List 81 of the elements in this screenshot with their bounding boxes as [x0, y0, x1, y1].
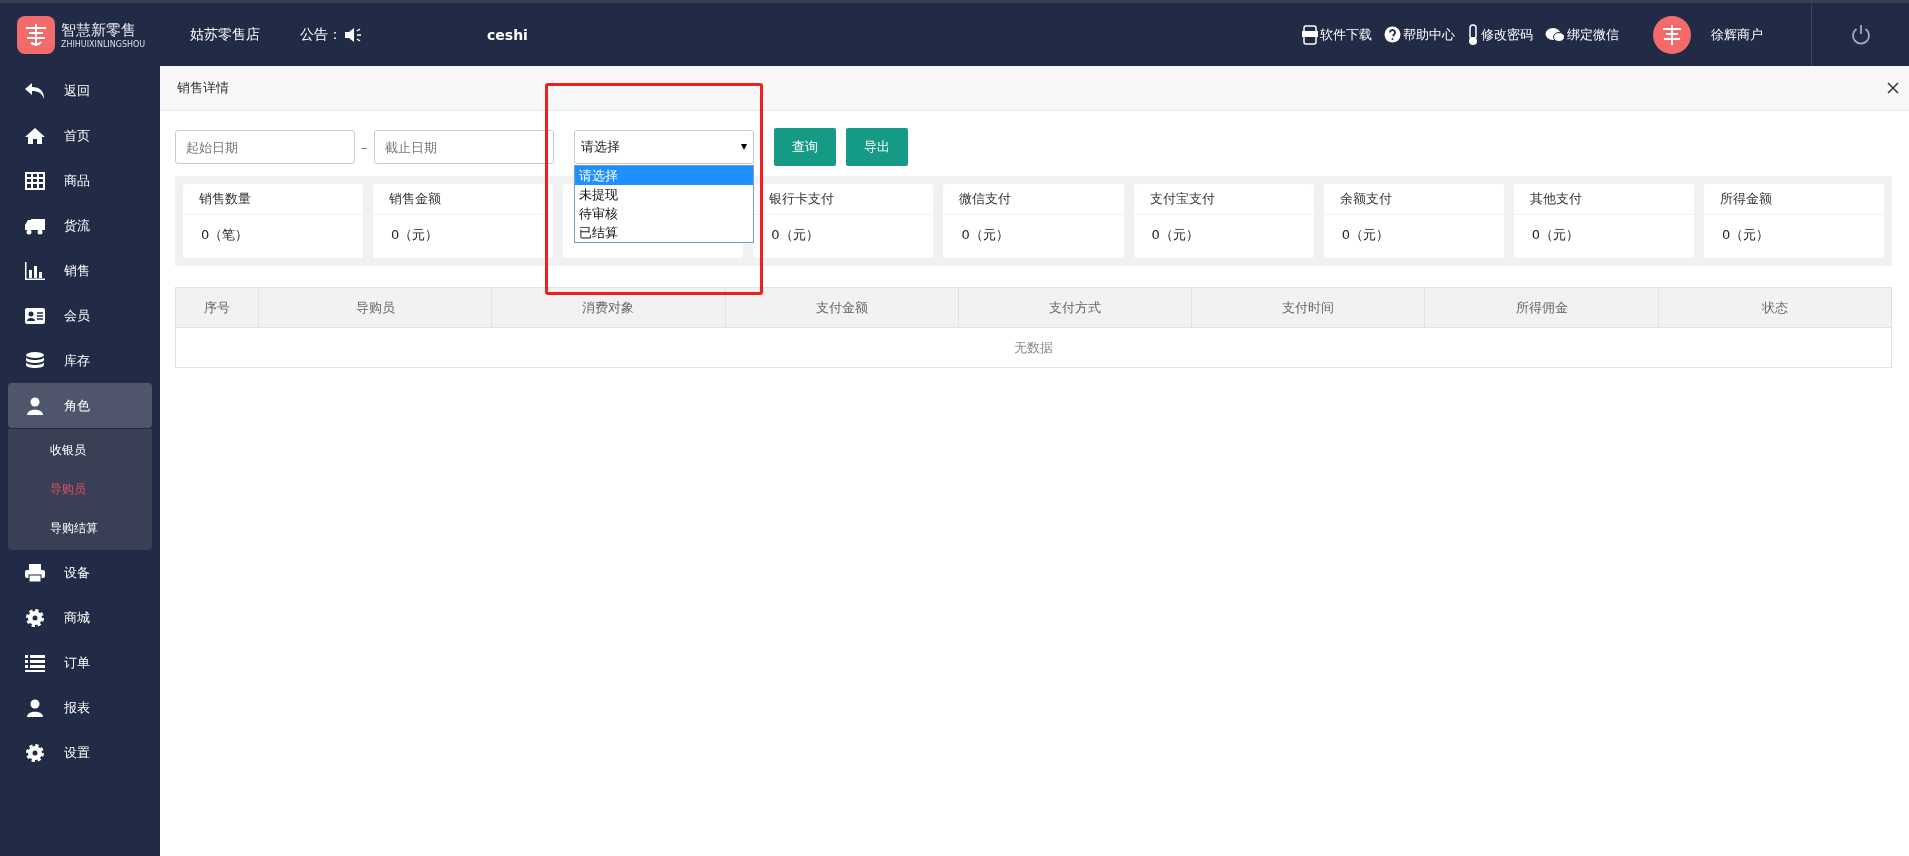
date-separator: –	[361, 139, 368, 155]
start-date-field[interactable]: 起始日期	[175, 130, 355, 164]
card-title: 银行卡支付	[769, 191, 835, 206]
notice-text: ceshi	[487, 26, 528, 43]
sidebar-item[interactable]: 返回	[8, 68, 152, 113]
column-header: 序号	[203, 299, 231, 317]
sidebar-item[interactable]: 设置	[8, 730, 152, 775]
dropdown-option[interactable]: 未提现	[574, 185, 753, 204]
sidebar-item[interactable]: 商城	[8, 595, 152, 640]
power-icon[interactable]	[1849, 23, 1872, 46]
menu-icon	[24, 170, 46, 191]
dropdown-option[interactable]: 待审核	[574, 204, 753, 223]
column-header: 所得佣金	[1424, 288, 1658, 327]
sidebar-item[interactable]: 商品	[8, 158, 152, 203]
sidebar-item[interactable]: 销售	[8, 248, 152, 293]
card-value: 0（元）	[1531, 227, 1580, 242]
store-name: 姑苏零售店	[190, 25, 260, 44]
end-date-field[interactable]: 截止日期	[373, 130, 554, 164]
card-title: 微信支付	[959, 191, 1012, 206]
card-value: 0（元）	[1151, 227, 1199, 242]
column-header: 支付金额	[724, 288, 958, 327]
card-title: 其他支付	[1529, 191, 1582, 206]
sidebar-item[interactable]: 会员	[8, 293, 152, 338]
card-value: 0（元）	[1721, 227, 1770, 242]
submenu-item[interactable]: 导购结算	[8, 509, 152, 548]
empty-message: 无数据	[176, 327, 1891, 367]
card-title: 销售金额	[389, 191, 442, 206]
card-title: 支付宝支付	[1149, 191, 1215, 206]
menu-icon	[24, 125, 46, 146]
column-header: 消费对象	[491, 288, 725, 327]
logo-subtitle: ZHIHUIXINLINGSHOU	[61, 39, 146, 49]
chat-bubbles-icon	[1545, 26, 1565, 43]
sidebar-item[interactable]: 库存	[8, 338, 152, 383]
menu-icon	[24, 697, 46, 718]
action-button[interactable]: 查询	[773, 128, 836, 166]
avatar-icon	[1653, 15, 1691, 54]
column-header: 状态	[1657, 288, 1891, 327]
menu-icon	[24, 260, 46, 281]
logo-title: 智慧新零售	[61, 20, 137, 40]
menu-icon	[24, 652, 46, 673]
card-value: 0（元）	[391, 227, 439, 242]
sidebar-item[interactable]: 货流	[8, 203, 152, 248]
card-value: 0（元）	[771, 227, 819, 242]
sidebar-item[interactable]: 订单	[8, 640, 152, 685]
menu-icon	[24, 305, 46, 326]
menu-icon	[24, 80, 46, 101]
column-header: 支付时间	[1191, 288, 1425, 327]
header-link[interactable]: 修改密码	[1467, 23, 1533, 46]
card-value: 0（元）	[1341, 227, 1389, 242]
header-link[interactable]: 帮助中心	[1384, 25, 1455, 44]
header-link[interactable]: 软件下载	[1302, 24, 1372, 45]
header-link[interactable]: 绑定微信	[1545, 25, 1619, 44]
menu-icon	[24, 742, 46, 763]
menu-icon	[24, 562, 46, 583]
card-value: 0（笔）	[201, 227, 249, 242]
sidebar-item[interactable]: 设备	[8, 550, 152, 595]
column-header: 支付方式	[957, 288, 1192, 327]
sidebar-item[interactable]: 首页	[8, 113, 152, 158]
menu-icon	[24, 350, 46, 371]
card-title: 销售数量	[199, 191, 251, 206]
menu-icon	[24, 395, 46, 416]
phone-icon	[1302, 24, 1318, 45]
user-name[interactable]: 徐辉商户	[1711, 25, 1781, 44]
status-select[interactable]: 请选择	[573, 130, 754, 164]
card-value: 0（元）	[961, 227, 1009, 242]
thermometer-icon	[1467, 23, 1479, 46]
column-header: 导购员	[258, 288, 492, 327]
sidebar-item[interactable]: 角色	[8, 383, 152, 428]
close-icon[interactable]	[1887, 82, 1899, 94]
action-button[interactable]: 导出	[845, 128, 908, 166]
logo-icon	[17, 15, 55, 54]
card-title: 余额支付	[1339, 191, 1392, 206]
speaker-icon	[344, 26, 362, 43]
submenu-item[interactable]: 收银员	[8, 431, 152, 470]
card-title: 所得金额	[1719, 191, 1772, 206]
sidebar-item[interactable]: 报表	[8, 685, 152, 730]
menu-icon	[24, 607, 46, 628]
notice-label: 公告：	[300, 25, 342, 44]
page-tab[interactable]: 销售详情	[177, 79, 229, 97]
dropdown-option[interactable]: 已结算	[574, 223, 753, 242]
help-icon	[1384, 26, 1401, 43]
